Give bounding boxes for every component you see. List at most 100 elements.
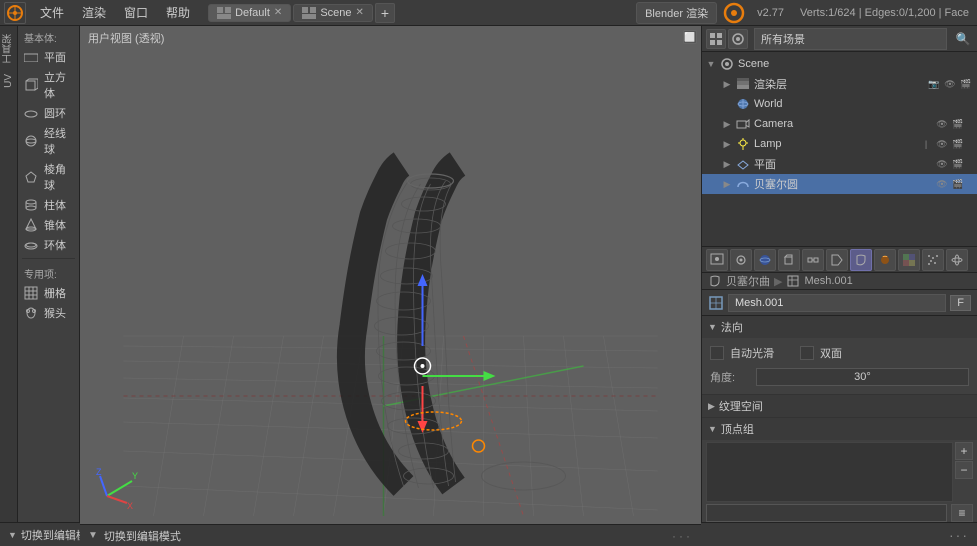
breadcrumb-item1[interactable]: 贝塞尔曲 <box>726 273 770 289</box>
vertex-group-menu-button[interactable]: ≡ <box>951 504 973 522</box>
tree-vis-camera-render[interactable]: 🎬 <box>951 117 965 131</box>
workspace-tab-scene[interactable]: Scene ✕ <box>293 4 373 22</box>
tree-expand-camera[interactable]: ▶ <box>722 119 732 129</box>
props-normals-content: 自动光滑 双面 角度: 30° <box>702 338 977 394</box>
sidebar-basic-title: 基本体: <box>18 26 79 47</box>
tree-expand-lamp[interactable]: ▶ <box>722 139 732 149</box>
mode-switch-button[interactable]: 切换到编辑模式 <box>21 527 80 543</box>
props-normals-header[interactable]: ▼ 法向 <box>702 316 977 338</box>
edge-tab-uv[interactable]: UV <box>1 70 16 92</box>
prop-modifier-icon-btn[interactable] <box>826 249 848 271</box>
tree-item-lamp[interactable]: ▶ Lamp | 👁 🎬 <box>702 134 977 154</box>
tree-expand-plane2[interactable]: ▶ <box>722 159 732 169</box>
tree-item-world[interactable]: World <box>702 94 977 114</box>
camera-icon <box>735 116 751 132</box>
f-button[interactable]: F <box>950 295 971 311</box>
normals-label: 法向 <box>721 319 743 335</box>
tab-close-default[interactable]: ✕ <box>274 7 282 18</box>
sidebar-item-uvsphere[interactable]: 经线球 <box>18 123 79 159</box>
tree-item-scene[interactable]: ▼ Scene <box>702 54 977 74</box>
viewport-maximize-button[interactable]: ⬜ <box>683 30 697 44</box>
tree-item-bezier[interactable]: ▶ 贝塞尔圆 👁 🎬 <box>702 174 977 194</box>
prop-scene-icon-btn[interactable] <box>730 249 752 271</box>
tree-vis-bezier-render[interactable]: 🎬 <box>951 177 965 191</box>
props-vertexgroups-header[interactable]: ▼ 顶点组 <box>702 418 977 440</box>
sidebar-item-cone[interactable]: 锥体 <box>18 215 79 235</box>
render-engine-selector[interactable]: Blender 渲染 <box>636 2 717 24</box>
sidebar-label-icosphere: 棱角球 <box>44 161 75 193</box>
scene-selector[interactable]: 所有场景 <box>754 28 947 50</box>
tree-expand-renderlayers[interactable]: ▶ <box>722 79 732 89</box>
sidebar-item-grid[interactable]: 栅格 <box>18 283 79 303</box>
viewport-area[interactable]: 用户视图 (透视) <box>80 26 701 546</box>
viewport-mode-triangle[interactable]: ▼ <box>88 530 98 541</box>
sidebar-item-plane[interactable]: 平面 <box>18 47 79 67</box>
vertex-group-add-button[interactable]: + <box>955 442 973 460</box>
tree-expand-world[interactable] <box>722 99 732 109</box>
sidebar-item-torus[interactable]: 环体 <box>18 235 79 255</box>
sidebar-item-icosphere[interactable]: 棱角球 <box>18 159 79 195</box>
sidebar-item-cube[interactable]: 立方体 <box>18 67 79 103</box>
outliner-search-button[interactable]: 🔍 <box>953 29 973 49</box>
tree-vis-plane-render[interactable]: 🎬 <box>951 157 965 171</box>
prop-material-icon-btn[interactable] <box>874 249 896 271</box>
cylinder-icon <box>22 198 40 212</box>
tree-vis-bezier-eye[interactable]: 👁 <box>935 177 949 191</box>
tree-vis-renderlayers: 📷 👁 🎬 <box>927 77 973 91</box>
tree-expand-bezier[interactable]: ▶ <box>722 179 732 189</box>
outliner-scene-icon[interactable] <box>728 29 748 49</box>
prop-texture-icon-btn[interactable] <box>898 249 920 271</box>
menu-window[interactable]: 窗口 <box>116 2 156 23</box>
mode-button-container: ▼ 切换到编辑模式 ··· <box>18 522 80 546</box>
uvsphere-icon <box>22 134 40 148</box>
curve-icon <box>735 176 751 192</box>
tree-item-camera[interactable]: ▶ Camera 👁 🎬 <box>702 114 977 134</box>
prop-render-icon-btn[interactable] <box>706 249 728 271</box>
tree-vis-camera-icon[interactable]: 📷 <box>927 77 941 91</box>
prop-particles-icon-btn[interactable] <box>922 249 944 271</box>
props-mesh-row: F <box>702 290 977 316</box>
menu-file[interactable]: 文件 <box>32 2 72 23</box>
vertex-group-list[interactable] <box>706 442 953 502</box>
viewport-bottom-dots: ··· <box>672 529 693 543</box>
doubleside-checkbox[interactable] <box>800 346 814 360</box>
tree-vis-lamp-render[interactable]: 🎬 <box>951 137 965 151</box>
vertex-group-remove-button[interactable]: − <box>955 461 973 479</box>
menu-render[interactable]: 渲染 <box>74 2 114 23</box>
tree-item-plane2[interactable]: ▶ 平面 👁 🎬 <box>702 154 977 174</box>
workspace-tab-default[interactable]: Default ✕ <box>208 4 291 22</box>
tree-expand-scene[interactable]: ▼ <box>706 59 716 69</box>
outliner-view-icon[interactable] <box>706 29 726 49</box>
autosmooth-checkbox[interactable] <box>710 346 724 360</box>
tree-label-renderlayers: 渲染层 <box>754 76 924 92</box>
tree-vis-plane-eye[interactable]: 👁 <box>935 157 949 171</box>
add-workspace-button[interactable]: + <box>375 3 395 23</box>
prop-object-icon-btn[interactable] <box>778 249 800 271</box>
prop-physics-icon-btn[interactable] <box>946 249 968 271</box>
sidebar-label-grid: 栅格 <box>44 285 66 301</box>
tab-close-scene[interactable]: ✕ <box>356 7 364 18</box>
tree-vis-lamp-eye[interactable]: 👁 <box>935 137 949 151</box>
mesh-name-input[interactable] <box>728 294 946 312</box>
tree-vis-lamp-extra[interactable]: | <box>919 137 933 151</box>
prop-constraint-icon-btn[interactable] <box>802 249 824 271</box>
svg-text:X: X <box>127 501 133 511</box>
angle-field[interactable]: 30° <box>756 368 969 386</box>
sidebar-item-circle[interactable]: 圆环 <box>18 103 79 123</box>
props-normals-row1: 自动光滑 双面 <box>710 342 969 364</box>
viewport-mode-label[interactable]: 切换到编辑模式 <box>104 528 181 544</box>
tree-item-renderlayers[interactable]: ▶ 渲染层 📷 👁 🎬 <box>702 74 977 94</box>
tree-vis-eye-icon[interactable]: 👁 <box>943 77 957 91</box>
sidebar-item-cylinder[interactable]: 柱体 <box>18 195 79 215</box>
vertex-group-bottom-field[interactable] <box>706 504 947 522</box>
menu-help[interactable]: 帮助 <box>158 2 198 23</box>
prop-world-icon-btn[interactable] <box>754 249 776 271</box>
tree-vis-camera-eye[interactable]: 👁 <box>935 117 949 131</box>
prop-data-icon-btn[interactable] <box>850 249 872 271</box>
props-texspace-header[interactable]: ▶ 纹理空间 <box>702 395 977 417</box>
sidebar-item-monkey[interactable]: 猴头 <box>18 303 79 323</box>
mesh-icon <box>708 295 724 311</box>
breadcrumb-item2[interactable]: Mesh.001 <box>804 275 852 287</box>
edge-tab-tools[interactable]: 工具架 <box>0 30 18 68</box>
tree-vis-render-icon[interactable]: 🎬 <box>959 77 973 91</box>
